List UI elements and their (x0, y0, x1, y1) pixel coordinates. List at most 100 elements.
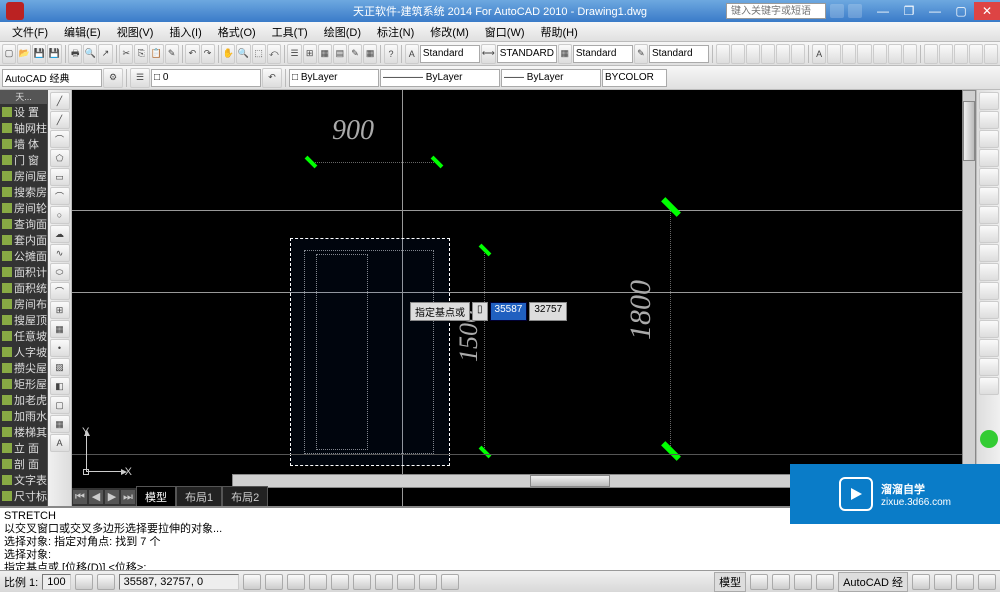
designcenter-button[interactable]: ⊞ (303, 44, 317, 64)
layer-combo[interactable]: □ 0 (151, 69, 261, 87)
table-button[interactable]: ▦ (50, 415, 70, 433)
rotate-button[interactable] (979, 206, 999, 224)
doc-maximize-button[interactable]: ▢ (948, 2, 974, 20)
help-button[interactable]: ? (384, 44, 398, 64)
sheetset-button[interactable]: ▤ (333, 44, 347, 64)
redo-button[interactable]: ↷ (201, 44, 215, 64)
panel-item[interactable]: 任意坡顶 (0, 328, 47, 344)
status-grid-button[interactable] (265, 574, 283, 590)
status-btn-d[interactable] (816, 574, 834, 590)
chamfer-button[interactable] (979, 339, 999, 357)
panel-item[interactable]: 查询面积 (0, 216, 47, 232)
menu-file[interactable]: 文件(F) (4, 22, 56, 42)
extend-button[interactable] (979, 282, 999, 300)
erase-button[interactable] (979, 92, 999, 110)
scroll-thumb[interactable] (530, 475, 610, 487)
circle-button[interactable]: ○ (50, 206, 70, 224)
trim-button[interactable] (979, 263, 999, 281)
tb-btn-m[interactable] (903, 44, 917, 64)
save-button[interactable]: 💾 (32, 44, 46, 64)
minimize-button[interactable]: — (870, 2, 896, 20)
tab-last-button[interactable]: ⏭ (121, 490, 135, 504)
close-button[interactable]: ✕ (974, 2, 1000, 20)
tangent-panel-header[interactable]: 天... (0, 90, 47, 104)
help-search-input[interactable] (726, 3, 826, 19)
lineweight-combo[interactable]: —— ByLayer (501, 69, 601, 87)
gradient-button[interactable]: ◧ (50, 377, 70, 395)
panel-item[interactable]: 矩形屋顶 (0, 376, 47, 392)
workspace-combo[interactable]: AutoCAD 经典 (2, 69, 102, 87)
preview-button[interactable]: 🔍 (83, 44, 97, 64)
panel-item[interactable]: 公摊面积 (0, 248, 47, 264)
panel-item[interactable]: 尺寸标注 (0, 488, 47, 504)
panel-item[interactable]: 搜索房间 (0, 184, 47, 200)
tab-layout1[interactable]: 布局1 (176, 486, 222, 506)
comm-center-icon[interactable] (980, 430, 998, 448)
panel-item[interactable]: 门 窗 (0, 152, 47, 168)
menu-draw[interactable]: 绘图(D) (316, 22, 369, 42)
mirror-button[interactable] (979, 130, 999, 148)
ellipse-button[interactable]: ⬭ (50, 263, 70, 281)
color-combo[interactable]: □ ByLayer (289, 69, 379, 87)
status-iso-button[interactable] (956, 574, 974, 590)
panel-item[interactable]: 文字表格 (0, 472, 47, 488)
tb-btn-b[interactable] (731, 44, 745, 64)
stretch-button[interactable] (979, 244, 999, 262)
tb-btn-d[interactable] (761, 44, 775, 64)
tb-btn-f[interactable] (791, 44, 805, 64)
panel-item[interactable]: 攒尖屋顶 (0, 360, 47, 376)
copy-obj-button[interactable] (979, 111, 999, 129)
rect-button[interactable]: ▭ (50, 168, 70, 186)
panel-item[interactable]: 剖 面 (0, 456, 47, 472)
fillet-button[interactable] (979, 358, 999, 376)
break-button[interactable] (979, 301, 999, 319)
mtext-button[interactable]: A (50, 434, 70, 452)
status-hw-button[interactable] (934, 574, 952, 590)
search-icon[interactable] (830, 4, 844, 18)
hatch-button[interactable]: ▨ (50, 358, 70, 376)
new-button[interactable]: ▢ (2, 44, 16, 64)
pan-button[interactable]: ✋ (221, 44, 235, 64)
tb-btn-j[interactable] (857, 44, 871, 64)
panel-item[interactable]: 轴网柱子 (0, 120, 47, 136)
pline-button[interactable]: ⌒ (50, 130, 70, 148)
region-button[interactable]: ▢ (50, 396, 70, 414)
textstyle-combo[interactable]: Standard (420, 45, 480, 63)
menu-format[interactable]: 格式(O) (210, 22, 264, 42)
tb-btn-e[interactable] (776, 44, 790, 64)
status-clean-button[interactable] (978, 574, 996, 590)
insert-button[interactable]: ⊞ (50, 301, 70, 319)
dimstyle-icon[interactable]: ⟷ (481, 44, 496, 64)
status-lwt-button[interactable] (419, 574, 437, 590)
scale-up-button[interactable] (75, 574, 93, 590)
tb-btn-q[interactable] (969, 44, 983, 64)
status-osnap-button[interactable] (331, 574, 349, 590)
status-btn-b[interactable] (772, 574, 790, 590)
panel-item[interactable]: 面积计算 (0, 264, 47, 280)
tab-layout2[interactable]: 布局2 (222, 486, 268, 506)
mleaderstyle-icon[interactable]: ✎ (634, 44, 648, 64)
workspace-settings-button[interactable]: ⚙ (103, 68, 123, 88)
panel-item[interactable]: 加雨水管 (0, 408, 47, 424)
tb-btn-r[interactable] (984, 44, 998, 64)
tb-btn-l[interactable] (888, 44, 902, 64)
doc-minimize-button[interactable]: — (922, 2, 948, 20)
tb-btn-o[interactable] (939, 44, 953, 64)
panel-item[interactable]: 立 面 (0, 440, 47, 456)
tb-btn-h[interactable] (827, 44, 841, 64)
toolpalette-button[interactable]: ▦ (318, 44, 332, 64)
tablestyle-combo[interactable]: Standard (573, 45, 633, 63)
publish-button[interactable]: ↗ (98, 44, 112, 64)
tb-btn-a[interactable] (716, 44, 730, 64)
panel-item[interactable]: 墙 体 (0, 136, 47, 152)
properties-button[interactable]: ☰ (287, 44, 301, 64)
dimstyle-combo[interactable]: STANDARD (497, 45, 557, 63)
array-button[interactable] (979, 168, 999, 186)
textstyle-icon[interactable]: A (405, 44, 419, 64)
offset-button[interactable] (979, 149, 999, 167)
layer-manager-button[interactable]: ☰ (130, 68, 150, 88)
menu-help[interactable]: 帮助(H) (533, 22, 586, 42)
tab-first-button[interactable]: ⏮ (73, 490, 87, 504)
xline-button[interactable]: ╱ (50, 111, 70, 129)
plot-button[interactable]: 🖶 (68, 44, 82, 64)
